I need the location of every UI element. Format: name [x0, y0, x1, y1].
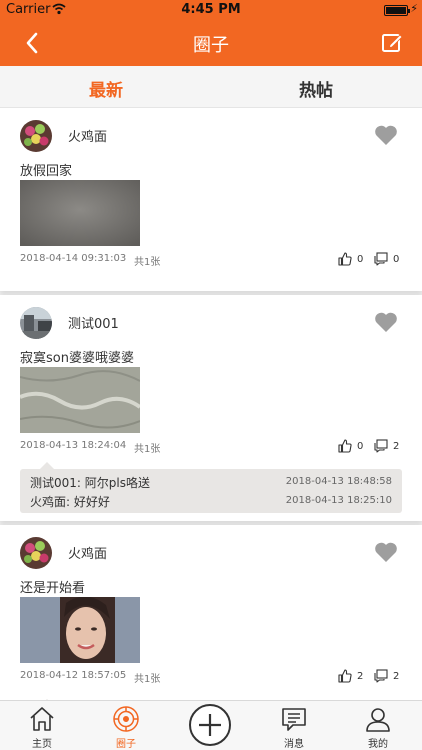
tabbar-profile[interactable]: 我的	[348, 705, 408, 750]
page-title: 圈子	[193, 35, 229, 56]
like-button[interactable]: 0	[338, 251, 363, 267]
comment-count: 0	[393, 253, 400, 265]
post-card[interactable]: 测试001 寂寞son婆婆哦婆婆 2018-04-13 18:24:04 共1张…	[0, 295, 422, 521]
nav-bar: 圈子	[0, 20, 422, 66]
tabbar-messages[interactable]: 消息	[264, 705, 324, 750]
comment-count: 2	[393, 440, 400, 452]
bottom-tab-bar: 主页 圈子 消息 我的	[0, 700, 422, 750]
comment-count: 2	[393, 670, 400, 682]
tabbar-label: 圈子	[116, 739, 136, 750]
reply-text[interactable]: 测试001: 阿尔pls咯送	[30, 474, 150, 491]
add-icon[interactable]	[188, 703, 232, 747]
tab-latest[interactable]: 最新	[66, 76, 146, 101]
post-text: 寂寞son婆婆哦婆婆	[20, 351, 134, 366]
post-date: 2018-04-13 18:24:04	[20, 440, 127, 451]
post-image[interactable]	[20, 597, 140, 663]
heart-icon[interactable]	[374, 541, 398, 563]
post-username[interactable]: 火鸡面	[68, 126, 107, 145]
like-button[interactable]: 0	[338, 438, 363, 454]
post-text: 还是开始看	[20, 581, 86, 596]
battery-icon	[384, 5, 410, 16]
post-feed[interactable]: 火鸡面 放假回家 2018-04-14 09:31:03 共1张 0 0 测试0…	[0, 108, 422, 700]
comment-icon	[374, 252, 388, 266]
avatar[interactable]	[20, 537, 52, 569]
heart-icon[interactable]	[374, 124, 398, 146]
thumbs-up-icon	[338, 669, 352, 683]
post-card[interactable]: 火鸡面 放假回家 2018-04-14 09:31:03 共1张 0 0	[0, 108, 422, 291]
comment-icon	[374, 669, 388, 683]
avatar[interactable]	[20, 120, 52, 152]
like-count: 0	[357, 440, 364, 452]
post-image[interactable]	[20, 367, 140, 433]
status-time: 4:45 PM	[181, 2, 241, 17]
tabbar-circle[interactable]: 圈子	[96, 705, 156, 750]
post-date: 2018-04-14 09:31:03	[20, 253, 127, 264]
tabbar-label: 主页	[32, 739, 52, 750]
circle-target-icon	[113, 706, 139, 732]
post-username[interactable]: 火鸡面	[68, 543, 107, 562]
tabbar-label: 我的	[368, 739, 388, 750]
reply-time: 2018-04-13 18:48:58	[285, 476, 392, 487]
like-button[interactable]: 2	[338, 668, 363, 684]
post-date: 2018-04-12 18:57:05	[20, 670, 127, 681]
profile-icon	[366, 708, 390, 732]
tabbar-home[interactable]: 主页	[12, 705, 72, 750]
thumbs-up-icon	[338, 439, 352, 453]
thumbs-up-icon	[338, 252, 352, 266]
reply-time: 2018-04-13 18:25:10	[285, 495, 392, 506]
tab-hot[interactable]: 热帖	[276, 76, 356, 101]
tabbar-label: 消息	[284, 739, 304, 750]
image-count: 共1张	[134, 674, 161, 685]
status-bar: Carrier 4:45 PM ⚡	[0, 0, 422, 20]
edit-icon[interactable]	[380, 31, 404, 55]
like-count: 0	[357, 253, 364, 265]
charging-icon: ⚡	[410, 2, 418, 15]
avatar[interactable]	[20, 307, 52, 339]
comment-button[interactable]: 2	[374, 438, 399, 454]
post-card[interactable]: 火鸡面 还是开始看 2018-04-12 18:57:05 共1张 2 2	[0, 525, 422, 700]
reply-list: 测试001: 阿尔pls咯送 2018-04-13 18:48:58 火鸡面: …	[20, 462, 402, 513]
like-count: 2	[357, 670, 364, 682]
comment-button[interactable]: 0	[374, 251, 399, 267]
home-icon	[30, 707, 54, 731]
comment-icon	[374, 439, 388, 453]
comment-button[interactable]: 2	[374, 668, 399, 684]
post-image[interactable]	[20, 180, 140, 246]
feed-tabs: 最新 热帖	[0, 66, 422, 108]
image-count: 共1张	[134, 444, 161, 455]
heart-icon[interactable]	[374, 311, 398, 333]
post-username[interactable]: 测试001	[68, 313, 119, 332]
image-count: 共1张	[134, 257, 161, 268]
post-text: 放假回家	[20, 164, 73, 179]
message-icon	[282, 708, 306, 731]
reply-text[interactable]: 火鸡面: 好好好	[30, 493, 110, 510]
